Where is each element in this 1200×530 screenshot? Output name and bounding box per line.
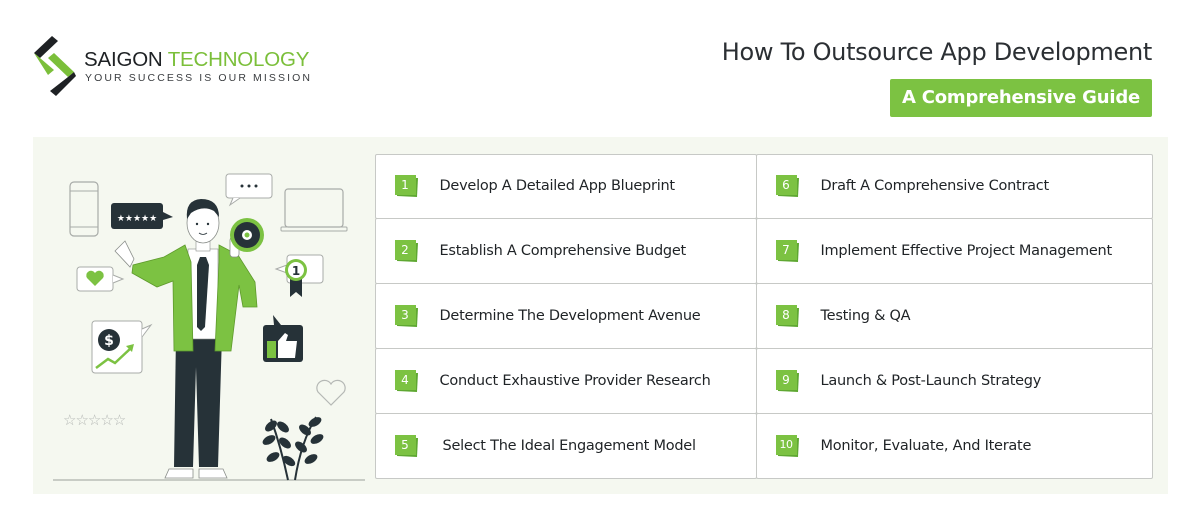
- step-item: 5 Select The Ideal Engagement Model: [374, 412, 757, 479]
- heart-outline-icon: [316, 379, 346, 406]
- logo-mark-icon: [34, 36, 76, 96]
- brand-tagline: YOUR SUCCESS IS OUR MISSION: [85, 72, 313, 84]
- step-label: Establish A Comprehensive Budget: [439, 243, 687, 260]
- thumbs-up-bubble: [263, 315, 303, 362]
- page-title: How To Outsource App Development: [721, 38, 1153, 66]
- step-item: 7 Implement Effective Project Management: [755, 218, 1153, 285]
- brand-name-part2: TECHNOLOGY: [167, 48, 310, 71]
- step-label: Develop A Detailed App Blueprint: [439, 178, 676, 195]
- step-item: 6 Draft A Comprehensive Contract: [755, 153, 1153, 220]
- step-number-badge: 7: [775, 240, 800, 263]
- plant-icon: [262, 416, 324, 481]
- step-label: Draft A Comprehensive Contract: [820, 178, 1050, 195]
- steps-grid: 1 Develop A Detailed App Blueprint 2 Est…: [374, 153, 1153, 479]
- step-item: 1 Develop A Detailed App Blueprint: [374, 153, 757, 220]
- step-label: Monitor, Evaluate, And Iterate: [820, 437, 1032, 454]
- step-number-badge: 10: [775, 434, 800, 457]
- step-number-badge: 6: [775, 175, 800, 198]
- step-number-badge: 4: [394, 369, 419, 392]
- step-item: 3 Determine The Development Avenue: [374, 283, 757, 349]
- step-item: 2 Establish A Comprehensive Budget: [374, 218, 757, 285]
- step-item: 9 Launch & Post-Launch Strategy: [755, 347, 1153, 414]
- step-number-badge: 8: [775, 304, 800, 327]
- businessman-illustration: ★★★★★ $ 1 ☆☆☆☆☆: [53, 173, 365, 481]
- svg-text:$: $: [104, 333, 114, 349]
- step-item: 8 Testing & QA: [755, 283, 1153, 349]
- step-label: Select The Ideal Engagement Model: [442, 437, 696, 454]
- step-item: 4 Conduct Exhaustive Provider Research: [374, 347, 757, 414]
- award-ribbon-bubble: 1: [274, 254, 324, 297]
- brand-name-part1: SAIGON: [84, 48, 163, 71]
- subtitle-badge: A Comprehensive Guide: [890, 79, 1152, 117]
- svg-text:1: 1: [292, 264, 300, 278]
- svg-text:★★★★★: ★★★★★: [117, 214, 157, 224]
- ellipsis-chat-bubble: [225, 173, 273, 207]
- step-label: Launch & Post-Launch Strategy: [820, 372, 1042, 389]
- five-star-outline-rating: ☆☆☆☆☆: [63, 411, 126, 429]
- step-label: Determine The Development Avenue: [439, 307, 701, 324]
- brand-name: SAIGON TECHNOLOGY: [84, 48, 309, 72]
- phone-icon: [69, 181, 99, 237]
- step-number-badge: 9: [775, 369, 800, 392]
- five-star-review-bubble: ★★★★★: [111, 203, 173, 229]
- brand-logo: SAIGON TECHNOLOGY YOUR SUCCESS IS OUR MI…: [32, 36, 312, 98]
- dollar-growth-chart-bubble: $: [91, 320, 153, 374]
- step-number-badge: 1: [394, 175, 419, 198]
- step-label: Conduct Exhaustive Provider Research: [439, 372, 711, 389]
- step-number-badge: 3: [394, 304, 419, 327]
- step-number-badge: 2: [394, 240, 419, 263]
- heart-chat-bubble: [76, 266, 125, 292]
- laptop-icon: [280, 188, 348, 232]
- step-number-badge: 5: [394, 434, 419, 457]
- step-item: 10 Monitor, Evaluate, And Iterate: [755, 412, 1153, 479]
- step-label: Implement Effective Project Management: [820, 243, 1113, 260]
- step-label: Testing & QA: [820, 307, 911, 324]
